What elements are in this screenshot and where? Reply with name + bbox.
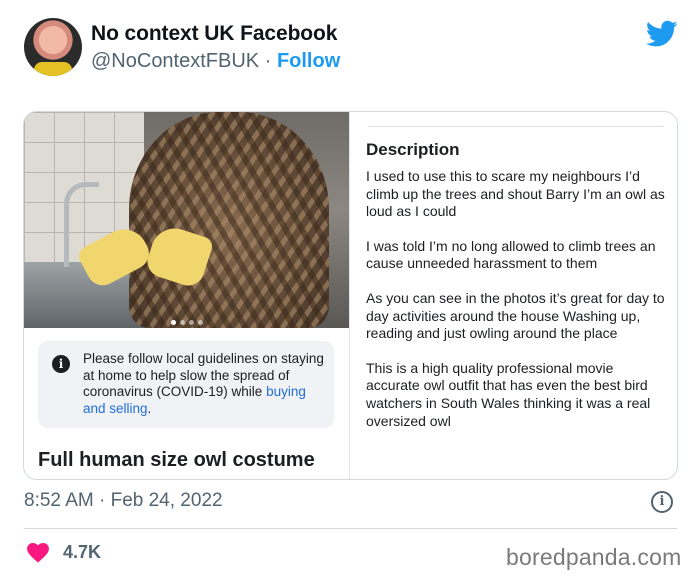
carousel-dot[interactable] <box>171 320 176 325</box>
author-name[interactable]: No context UK Facebook <box>91 22 337 46</box>
description-paragraph: I used to use this to scare my neighbour… <box>366 168 665 220</box>
description-divider <box>368 126 664 127</box>
carousel-dot[interactable] <box>198 320 203 325</box>
notice-text-end: . <box>147 400 152 416</box>
author-handle[interactable]: @NoContextFBUK <box>91 50 259 72</box>
handle-separator: · <box>264 50 272 72</box>
heart-icon[interactable] <box>27 543 49 563</box>
notice-text: Please follow local guidelines on stayin… <box>83 351 331 417</box>
twitter-bird-icon[interactable] <box>646 20 678 48</box>
watermark: boredpanda.com <box>506 544 682 570</box>
description-paragraph: This is a high quality professional movi… <box>366 359 651 429</box>
avatar[interactable] <box>24 18 82 76</box>
info-icon: i <box>52 355 70 373</box>
description-heading: Description <box>366 140 460 159</box>
listing-title: Full human size owl costume <box>38 449 315 471</box>
like-count[interactable]: 4.7K <box>63 542 101 563</box>
carousel-dots <box>24 312 350 328</box>
carousel-dot[interactable] <box>189 320 194 325</box>
photo-owl-costume <box>129 112 329 328</box>
carousel-dot[interactable] <box>180 320 185 325</box>
listing-photo[interactable] <box>24 112 350 328</box>
follow-link[interactable]: Follow <box>277 50 340 72</box>
covid-notice: i Please follow local guidelines on stay… <box>38 341 334 428</box>
tweet-card: No context UK Facebook @NoContextFBUK · … <box>0 0 700 581</box>
column-divider <box>349 112 350 479</box>
description-paragraph: As you can see in the photos it’s great … <box>366 289 665 342</box>
description-body: I used to use this to scare my neighbour… <box>366 168 666 447</box>
author-handle-row: @NoContextFBUK · Follow <box>91 50 340 73</box>
divider <box>24 528 677 529</box>
embedded-screenshot[interactable]: i Please follow local guidelines on stay… <box>23 111 678 480</box>
tweet-timestamp[interactable]: 8:52 AM · Feb 24, 2022 <box>24 490 223 512</box>
description-paragraph: I was told I’m no long allowed to climb … <box>366 237 656 272</box>
info-circle-icon[interactable]: i <box>651 491 673 513</box>
